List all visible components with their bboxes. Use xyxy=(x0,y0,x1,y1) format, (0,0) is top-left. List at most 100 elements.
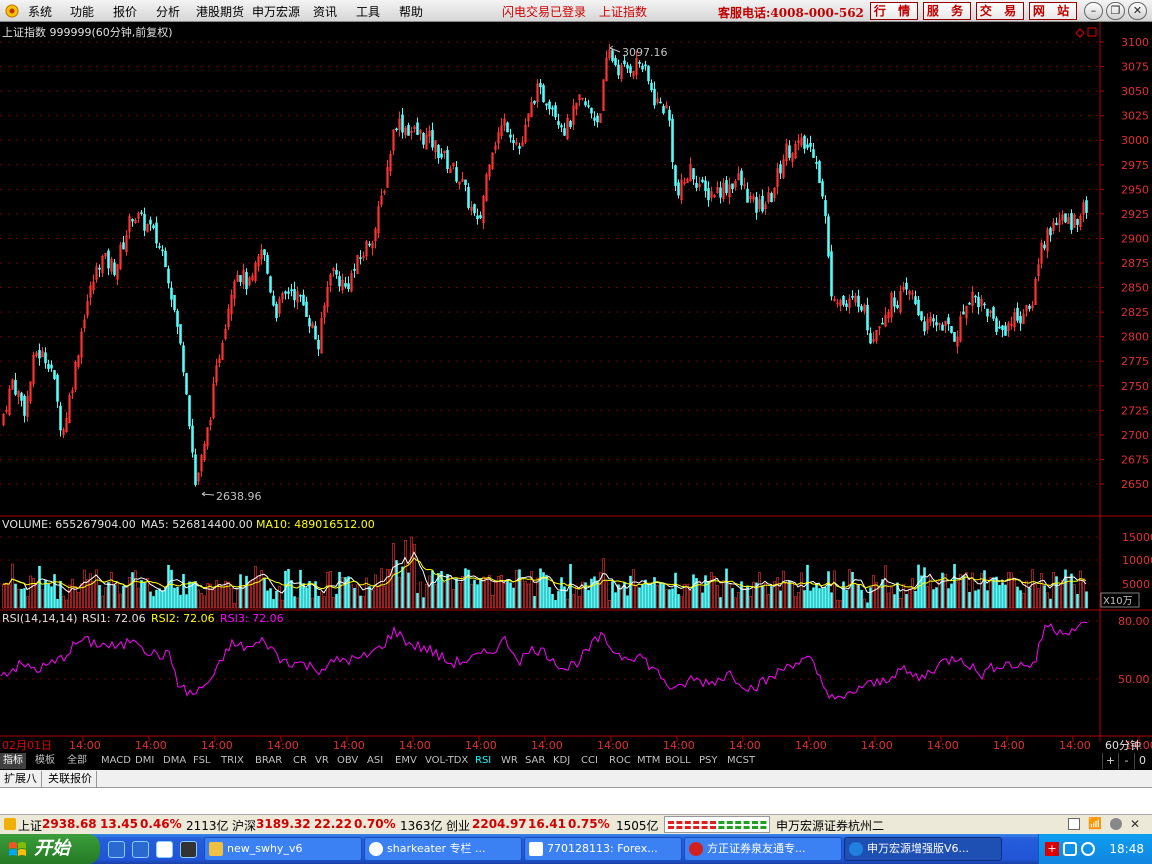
indicator-tab-fsl[interactable]: FSL xyxy=(190,753,214,769)
tray-shield-icon[interactable] xyxy=(1063,842,1077,856)
zoom-out-button[interactable]: - xyxy=(1118,753,1134,769)
volume-bar xyxy=(953,564,956,609)
meter-segment xyxy=(726,826,733,829)
status-close-icon[interactable]: ✕ xyxy=(1130,817,1140,831)
indicator-tab-wr[interactable]: WR xyxy=(498,753,521,769)
chart-area[interactable]: 3100 3075 3050 3025 3000 2975 2950 2925 2900 2875… xyxy=(0,22,1152,752)
menu-system[interactable]: 系统 xyxy=(28,3,52,20)
quicklaunch-browser-icon[interactable] xyxy=(132,841,149,858)
trade-button[interactable]: 交 易 xyxy=(976,2,1024,20)
volume-bar xyxy=(122,585,125,609)
minimize-icon[interactable]: – xyxy=(1084,2,1103,20)
indicator-tab-vol-tdx[interactable]: VOL-TDX xyxy=(422,753,471,769)
menu-function[interactable]: 功能 xyxy=(70,3,94,20)
indicator-tab-指标[interactable]: 指标 xyxy=(0,753,26,769)
time-tick-label: 14:00 xyxy=(927,739,959,752)
indicator-tab-dmi[interactable]: DMI xyxy=(132,753,157,769)
indicator-tab-trix[interactable]: TRIX xyxy=(218,753,247,769)
status-lock-icon[interactable] xyxy=(4,818,16,830)
indicator-tab-brar[interactable]: BRAR xyxy=(252,753,285,769)
volume-bar xyxy=(974,590,977,609)
menu-bar: 系统 功能 报价 分析 港股期货 申万宏源 资讯 工具 帮助 闪电交易已登录 上… xyxy=(0,0,1152,22)
signal-icon[interactable]: 📶 xyxy=(1088,817,1102,830)
indicator-tab-macd[interactable]: MACD xyxy=(98,753,134,769)
service-button[interactable]: 服 务 xyxy=(923,2,971,20)
hotline-text: 客服电话:4008-000-562 xyxy=(718,6,864,20)
indicator-tab-cci[interactable]: CCI xyxy=(578,753,601,769)
indicator-tab-dma[interactable]: DMA xyxy=(160,753,189,769)
candle-body xyxy=(590,107,593,114)
zoom-in-button[interactable]: + xyxy=(1102,753,1118,769)
indicator-tab-psy[interactable]: PSY xyxy=(696,753,721,769)
task-folder[interactable]: new_swhy_v6 xyxy=(204,837,362,861)
candle-body xyxy=(368,243,371,246)
volume-bar xyxy=(176,586,179,609)
quicklaunch-media-icon[interactable] xyxy=(180,841,197,858)
indicator-tab-emv[interactable]: EMV xyxy=(392,753,420,769)
status-window-icon[interactable] xyxy=(1068,818,1080,830)
task-label: new_swhy_v6 xyxy=(227,842,303,855)
volume-bar xyxy=(692,574,695,609)
market-button[interactable]: 行 情 xyxy=(870,2,918,20)
indicator-tab-sar[interactable]: SAR xyxy=(522,753,548,769)
restore-icon[interactable]: ❐ xyxy=(1106,2,1125,20)
volume-bar xyxy=(596,580,599,609)
indicator-tab-kdj[interactable]: KDJ xyxy=(550,753,573,769)
shenwan-icon xyxy=(849,842,863,856)
website-button[interactable]: 网 站 xyxy=(1029,2,1077,20)
volume-bar xyxy=(173,587,176,609)
volume-bar xyxy=(614,592,617,609)
rsi2-label: RSI2: 72.06 xyxy=(151,612,215,625)
menu-analysis[interactable]: 分析 xyxy=(156,3,180,20)
volume-bar xyxy=(107,582,110,609)
candle-body xyxy=(239,275,242,282)
chart-svg[interactable]: 3100 3075 3050 3025 3000 2975 2950 2925 2900 2875… xyxy=(0,22,1152,752)
menu-quote[interactable]: 报价 xyxy=(113,3,137,20)
tab-extend8[interactable]: 扩展八 xyxy=(0,771,42,787)
indicator-tab-obv[interactable]: OBV xyxy=(334,753,361,769)
volume-bar xyxy=(587,590,590,609)
candle-body xyxy=(473,204,476,214)
indicator-tab-mtm[interactable]: MTM xyxy=(634,753,663,769)
indicator-tab-模板[interactable]: 模板 xyxy=(32,753,58,769)
quicklaunch-app-icon[interactable] xyxy=(156,841,173,858)
start-button[interactable]: 开始 xyxy=(0,834,100,864)
candle-body xyxy=(746,188,749,203)
task-browser-2[interactable]: 770128113: Forex... xyxy=(524,837,682,861)
volume-bar xyxy=(1001,582,1004,609)
tab-related-quote[interactable]: 关联报价 xyxy=(44,771,97,787)
volume-bar xyxy=(185,594,188,609)
menu-tools[interactable]: 工具 xyxy=(356,3,380,20)
reset-button[interactable]: 0 xyxy=(1134,753,1150,769)
task-shenwan[interactable]: 申万宏源增强版V6... xyxy=(844,837,1002,861)
indicator-tab-cr[interactable]: CR xyxy=(290,753,310,769)
candle-body xyxy=(692,168,695,180)
indicator-tab-asi[interactable]: ASI xyxy=(364,753,386,769)
indicator-tab-boll[interactable]: BOLL xyxy=(662,753,694,769)
indicator-tab-rsi[interactable]: RSI xyxy=(472,753,494,769)
menu-hk-futures[interactable]: 港股期货 xyxy=(196,3,244,20)
task-founder[interactable]: 方正证券泉友通专... xyxy=(684,837,842,861)
indicator-tab-全部[interactable]: 全部 xyxy=(64,753,90,769)
menu-info[interactable]: 资讯 xyxy=(313,3,337,20)
sh-change: 13.45 xyxy=(100,817,138,831)
candle-body xyxy=(1004,325,1007,336)
tray-network-icon[interactable] xyxy=(1081,842,1095,856)
close-icon[interactable]: ✕ xyxy=(1128,2,1147,20)
tray-red-cross-icon[interactable]: + xyxy=(1045,842,1059,856)
settings-icon[interactable] xyxy=(1110,818,1122,830)
candle-body xyxy=(416,122,419,135)
quicklaunch-ie-icon[interactable] xyxy=(108,841,125,858)
menu-shenwan[interactable]: 申万宏源 xyxy=(252,3,300,20)
menu-help[interactable]: 帮助 xyxy=(399,3,423,20)
indicator-tab-vr[interactable]: VR xyxy=(312,753,332,769)
indicator-tab-mcst[interactable]: MCST xyxy=(724,753,758,769)
broker-name: 申万宏源证券杭州二 xyxy=(776,819,885,833)
volume-bar xyxy=(431,570,434,609)
indicator-tab-roc[interactable]: ROC xyxy=(606,753,634,769)
candle-body xyxy=(1001,325,1004,330)
candle-body xyxy=(188,395,191,427)
candle-body xyxy=(266,255,269,274)
task-browser-1[interactable]: sharkeater 专栏 ... xyxy=(364,837,522,861)
candle-body xyxy=(395,128,398,131)
